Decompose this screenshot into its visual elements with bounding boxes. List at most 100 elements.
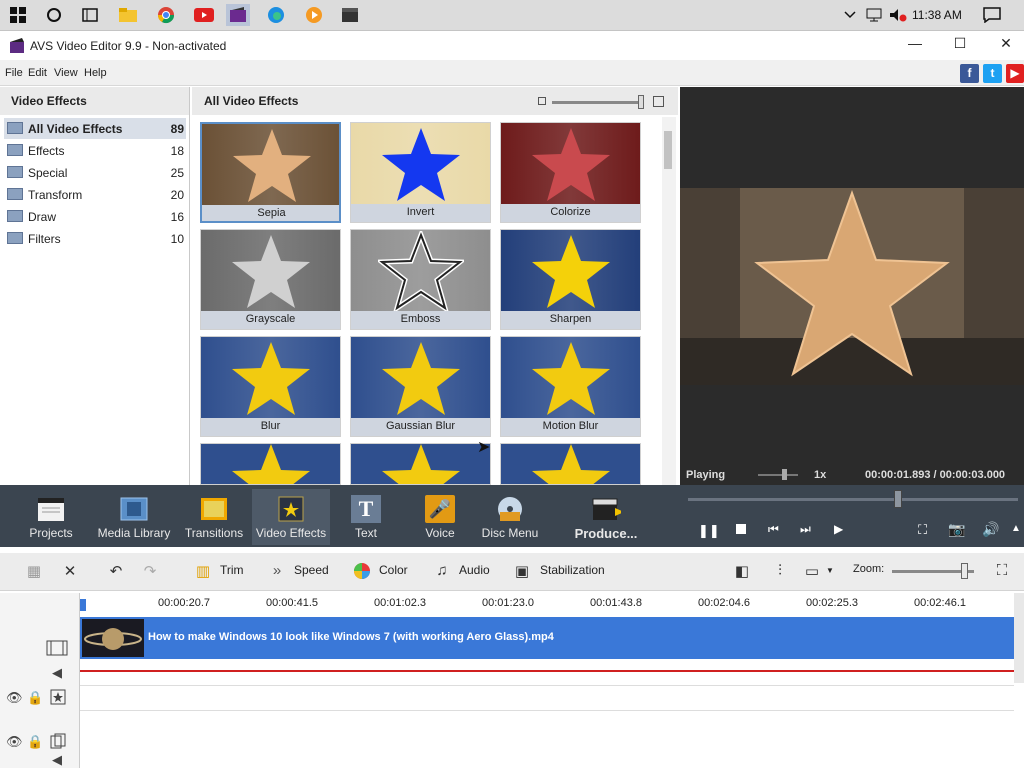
audio-button[interactable]: Audio (459, 563, 490, 577)
lock-icon[interactable]: 🔒 (27, 690, 43, 706)
trim-button[interactable]: Trim (220, 563, 244, 577)
speed-slider[interactable] (758, 474, 798, 476)
speed-slider-handle[interactable] (782, 469, 787, 480)
category-transform[interactable]: Transform 20 (4, 184, 186, 205)
playhead-marker[interactable] (80, 599, 86, 611)
display-mode-icon[interactable]: ▭ (802, 562, 822, 582)
lock-icon[interactable]: 🔒 (27, 734, 43, 750)
volume-muted-icon[interactable] (886, 4, 910, 26)
scrollbar-thumb[interactable] (664, 131, 672, 169)
visibility-eye-icon[interactable]: 👁 (6, 690, 23, 706)
zoom-slider-handle[interactable] (961, 563, 968, 579)
media-player-icon[interactable] (302, 4, 326, 26)
storyboard-icon[interactable]: ▦ (24, 562, 44, 582)
video-effects-button[interactable]: Video Effects (252, 489, 330, 545)
disc-menu-button[interactable]: Disc Menu (471, 489, 549, 545)
effect-tile[interactable]: Motion Blur (500, 336, 641, 437)
fullscreen-icon[interactable]: ⛶ (918, 522, 927, 538)
volume-icon[interactable]: 🔊 (982, 521, 999, 538)
windows-start-icon[interactable] (6, 4, 30, 26)
effect-tile[interactable]: Colorize (500, 122, 641, 223)
visibility-eye-icon[interactable]: 👁 (6, 734, 23, 750)
effect-tile[interactable]: Blur (200, 336, 341, 437)
voice-button[interactable]: 🎤 Voice (401, 489, 479, 545)
fit-timeline-icon[interactable]: ⛶ (992, 562, 1012, 582)
category-effects[interactable]: Effects 18 (4, 140, 186, 161)
snapshot-camera-icon[interactable]: 📷 (948, 521, 965, 538)
audio-track-speaker-icon[interactable]: ◀ (52, 752, 62, 768)
effect-tile-partial[interactable] (350, 443, 491, 485)
edge-icon[interactable] (264, 4, 288, 26)
menu-edit[interactable]: Edit (28, 67, 47, 79)
audio-mixer-icon[interactable]: ⫶ (770, 562, 790, 582)
pause-icon[interactable]: ❚❚ (698, 523, 720, 539)
category-special[interactable]: Special 25 (4, 162, 186, 183)
chrome-icon[interactable] (154, 4, 178, 26)
effect-tile-partial[interactable] (200, 443, 341, 485)
stabilization-camera-icon[interactable]: ▣ (512, 562, 532, 582)
menu-file[interactable]: File (5, 67, 23, 79)
projects-button[interactable]: Projects (12, 489, 90, 545)
effect-tile[interactable]: Emboss (350, 229, 491, 330)
category-all-video-effects[interactable]: All Video Effects 89 (4, 118, 186, 139)
large-thumb-icon[interactable] (653, 96, 664, 107)
media-library-button[interactable]: Media Library (95, 489, 173, 545)
network-icon[interactable] (862, 4, 886, 26)
audio-track-speaker-icon[interactable]: ◀ (52, 665, 62, 681)
category-filters[interactable]: Filters 10 (4, 228, 186, 249)
transitions-button[interactable]: Transitions (175, 489, 253, 545)
speed-button[interactable]: Speed (294, 563, 329, 577)
effect-tile[interactable]: Grayscale (200, 229, 341, 330)
avs-editor-icon[interactable] (226, 4, 250, 26)
stabilization-button[interactable]: Stabilization (540, 563, 605, 577)
stop-icon[interactable] (736, 524, 746, 534)
effect-tile[interactable]: Gaussian Blur (350, 336, 491, 437)
playback-position-handle[interactable] (894, 490, 902, 508)
timeline-ruler[interactable]: 00:00:20.7 00:00:41.5 00:01:02.3 00:01:2… (80, 593, 1020, 615)
menu-view[interactable]: View (54, 67, 78, 79)
youtube-icon[interactable]: ▶ (1006, 64, 1024, 83)
search-circle-icon[interactable] (42, 4, 66, 26)
video-clip[interactable]: How to make Windows 10 look like Windows… (80, 617, 1014, 659)
slider-handle[interactable] (638, 95, 644, 109)
grid-scrollbar[interactable] (662, 117, 676, 485)
taskbar-clock[interactable]: 11:38 AM (912, 8, 962, 22)
display-mode-dropdown-icon[interactable]: ▼ (826, 566, 834, 575)
clapper-icon[interactable] (338, 4, 362, 26)
chevron-up-icon[interactable] (838, 4, 862, 26)
audio-note-icon[interactable]: ♫ (432, 562, 452, 582)
video-frame[interactable] (680, 188, 1024, 385)
color-wheel-icon[interactable] (352, 562, 372, 582)
playback-position-slider[interactable] (688, 498, 1018, 501)
small-thumb-icon[interactable] (538, 97, 546, 105)
produce-button[interactable]: Produce... (566, 489, 646, 545)
effect-tile-partial[interactable] (500, 443, 641, 485)
previous-frame-icon[interactable]: ⏮ (768, 522, 779, 537)
notifications-icon[interactable] (980, 4, 1004, 26)
next-frame-icon[interactable]: ⏭ (800, 522, 811, 537)
redo-icon[interactable]: ↷ (140, 562, 160, 582)
category-draw[interactable]: Draw 16 (4, 206, 186, 227)
effect-tile[interactable]: Invert (350, 122, 491, 223)
undo-icon[interactable]: ↶ (106, 562, 126, 582)
effect-tile[interactable]: Sharpen (500, 229, 641, 330)
close-button[interactable]: ✕ (991, 35, 1021, 55)
menu-help[interactable]: Help (84, 67, 107, 79)
timeline-scrollbar[interactable] (1014, 593, 1024, 683)
color-button[interactable]: Color (379, 563, 408, 577)
volume-arrow-icon[interactable]: ▲ (1011, 523, 1021, 534)
maximize-button[interactable]: ☐ (945, 35, 975, 55)
text-button[interactable]: T Text (327, 489, 405, 545)
split-icon[interactable]: ◧ (732, 562, 752, 582)
delete-x-icon[interactable]: ✕ (60, 562, 80, 582)
effect-tile[interactable]: Sepia (200, 122, 341, 223)
thumbnail-size-slider[interactable] (552, 101, 644, 104)
twitter-icon[interactable]: t (983, 64, 1002, 83)
file-explorer-icon[interactable] (116, 4, 140, 26)
youtube-icon[interactable] (192, 4, 216, 26)
task-view-icon[interactable] (78, 4, 102, 26)
play-selection-icon[interactable]: ▶ (834, 522, 843, 536)
facebook-icon[interactable]: f (960, 64, 979, 83)
trim-icon[interactable]: ▥ (193, 562, 213, 582)
speed-icon[interactable]: » (267, 562, 287, 582)
